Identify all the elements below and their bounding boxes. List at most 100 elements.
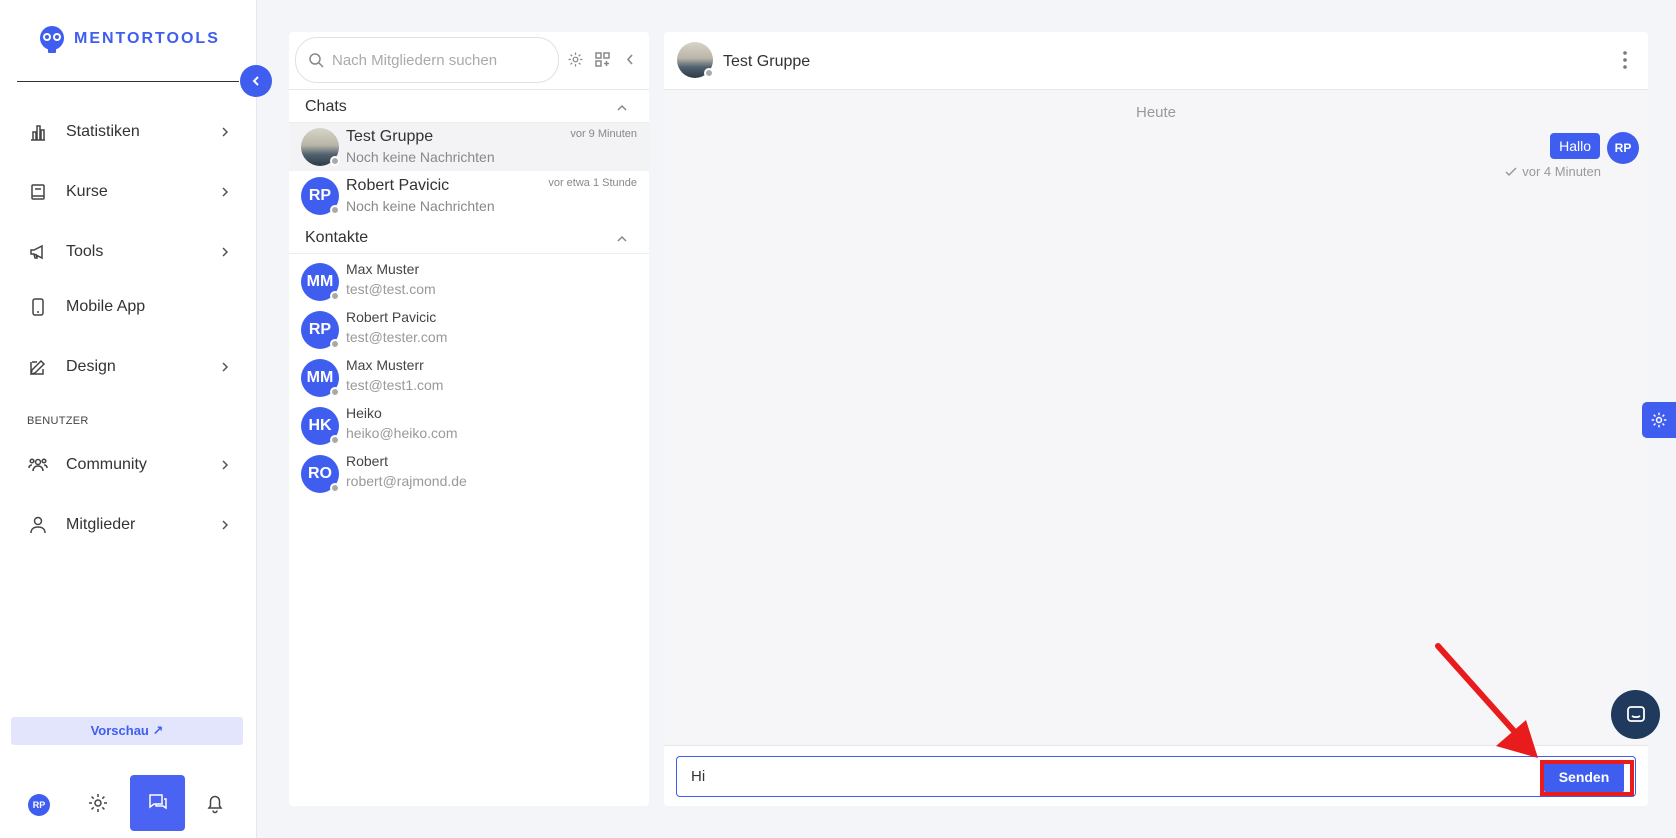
- sidebar-item-label: Mitglieder: [66, 516, 136, 533]
- sidebar-item-mitglieder[interactable]: Mitglieder: [28, 509, 229, 541]
- contact-name: Robert: [346, 453, 389, 469]
- contact-email: test@test.com: [346, 281, 436, 297]
- status-dot: [330, 205, 340, 215]
- chevron-left-icon[interactable]: [623, 51, 637, 68]
- avatar: RO: [301, 455, 340, 493]
- user-avatar[interactable]: RP: [28, 794, 50, 816]
- sidebar-item-label: Tools: [66, 243, 104, 260]
- pencil-icon: [29, 359, 46, 376]
- sidebar-item-community[interactable]: Community: [28, 449, 229, 481]
- chat-support-icon: [1626, 705, 1645, 722]
- status-dot: [330, 156, 340, 166]
- sidebar: MENTORTOOLS Statistiken Kurse Tools Mobi…: [0, 0, 257, 838]
- search-icon: [309, 53, 324, 68]
- chat-preview: Noch keine Nachrichten: [346, 198, 495, 214]
- chat-bubbles-icon: [148, 794, 167, 810]
- annotation-arrow-icon: [1435, 643, 1538, 758]
- contact-row[interactable]: HK Heiko heiko@heiko.com: [289, 402, 649, 450]
- group-avatar: [301, 128, 340, 166]
- chat-nav-button[interactable]: [130, 775, 185, 831]
- robot-logo-icon: [40, 26, 64, 53]
- message-avatar: RP: [1607, 132, 1639, 164]
- group-avatar[interactable]: [677, 42, 714, 78]
- contacts-section-header[interactable]: Kontakte: [305, 229, 368, 247]
- gear-icon[interactable]: [87, 792, 109, 814]
- person-icon: [30, 516, 46, 534]
- chevron-up-icon[interactable]: [615, 232, 629, 246]
- chat-name: Robert Pavicic: [346, 177, 450, 194]
- contact-email: heiko@heiko.com: [346, 425, 458, 441]
- gear-icon: [1651, 412, 1667, 428]
- sidebar-item-kurse[interactable]: Kurse: [28, 176, 229, 208]
- message-time-text: vor 4 Minuten: [1522, 164, 1601, 179]
- message-bubble[interactable]: Hallo: [1550, 133, 1600, 159]
- conversation-title: Test Gruppe: [723, 53, 811, 70]
- users-icon: [28, 458, 48, 472]
- status-dot: [330, 435, 340, 445]
- contact-name: Heiko: [346, 405, 382, 421]
- contact-row[interactable]: MM Max Muster test@test.com: [289, 258, 649, 306]
- avatar: RP: [301, 311, 340, 349]
- avatar-initials: MM: [306, 369, 334, 386]
- contact-name: Robert Pavicic: [346, 309, 437, 325]
- checkmark-icon: [1505, 166, 1517, 176]
- avatar-initials: RP: [308, 321, 332, 338]
- more-options-icon[interactable]: [1622, 50, 1628, 70]
- divider: [289, 89, 649, 90]
- sidebar-item-label: Kurse: [66, 183, 108, 200]
- contact-row[interactable]: MM Max Musterr test@test1.com: [289, 354, 649, 402]
- avatar-initials: RO: [308, 465, 332, 482]
- avatar-initials: HK: [308, 417, 332, 434]
- divider: [289, 253, 649, 254]
- logo-text: MENTORTOOLS: [74, 30, 220, 47]
- gear-icon[interactable]: [567, 51, 584, 68]
- status-dot: [330, 483, 340, 493]
- sidebar-item-statistiken[interactable]: Statistiken: [28, 116, 229, 148]
- grid-add-icon[interactable]: [594, 51, 611, 68]
- preview-button-label: Vorschau ↗: [90, 723, 164, 738]
- chevron-right-icon: [222, 362, 229, 372]
- help-chat-button[interactable]: [1611, 690, 1660, 739]
- sidebar-bottom-bar: RP: [0, 770, 257, 838]
- avatar-initials: MM: [306, 273, 334, 290]
- bell-icon[interactable]: [204, 792, 226, 814]
- sidebar-item-design[interactable]: Design: [28, 351, 229, 383]
- avatar-initials: RP: [308, 187, 332, 204]
- avatar: MM: [301, 263, 340, 301]
- bar-chart-icon: [31, 125, 45, 141]
- chat-name: Test Gruppe: [346, 128, 434, 145]
- settings-side-tab[interactable]: [1642, 402, 1676, 438]
- sidebar-item-tools[interactable]: Tools: [28, 236, 229, 268]
- sidebar-item-label: Design: [66, 358, 116, 375]
- chevron-right-icon: [222, 247, 229, 257]
- logo[interactable]: MENTORTOOLS: [36, 24, 220, 54]
- chat-row[interactable]: RP Robert Pavicic Noch keine Nachrichten…: [289, 172, 649, 220]
- avatar: RP: [301, 177, 340, 215]
- contact-email: robert@rajmond.de: [346, 473, 467, 489]
- conversation-header: Test Gruppe: [664, 32, 1648, 90]
- chevron-right-icon: [222, 187, 229, 197]
- search-input[interactable]: [332, 51, 542, 69]
- sidebar-collapse-button[interactable]: [240, 65, 272, 97]
- chevron-up-icon[interactable]: [615, 101, 629, 115]
- chevron-right-icon: [222, 127, 229, 137]
- contact-name: Max Musterr: [346, 357, 424, 373]
- chat-time: vor etwa 1 Stunde: [548, 177, 637, 189]
- chats-section-header[interactable]: Chats: [305, 98, 347, 116]
- section-label-benutzer: BENUTZER: [27, 415, 89, 427]
- status-dot: [330, 387, 340, 397]
- chevron-left-icon: [252, 76, 259, 86]
- avatar: HK: [301, 407, 340, 445]
- sidebar-item-mobile-app[interactable]: Mobile App: [28, 291, 228, 323]
- status-dot: [330, 291, 340, 301]
- chat-row[interactable]: Test Gruppe Noch keine Nachrichten vor 9…: [289, 123, 649, 171]
- chevron-right-icon: [222, 460, 229, 470]
- search-box[interactable]: [295, 37, 559, 83]
- preview-button[interactable]: Vorschau ↗: [11, 717, 243, 745]
- send-button[interactable]: Senden: [1544, 761, 1624, 793]
- contact-row[interactable]: RP Robert Pavicic test@tester.com: [289, 306, 649, 354]
- contact-row[interactable]: RO Robert robert@rajmond.de: [289, 450, 649, 498]
- chat-time: vor 9 Minuten: [570, 128, 637, 140]
- avatar: MM: [301, 359, 340, 397]
- sidebar-item-label: Statistiken: [66, 123, 140, 140]
